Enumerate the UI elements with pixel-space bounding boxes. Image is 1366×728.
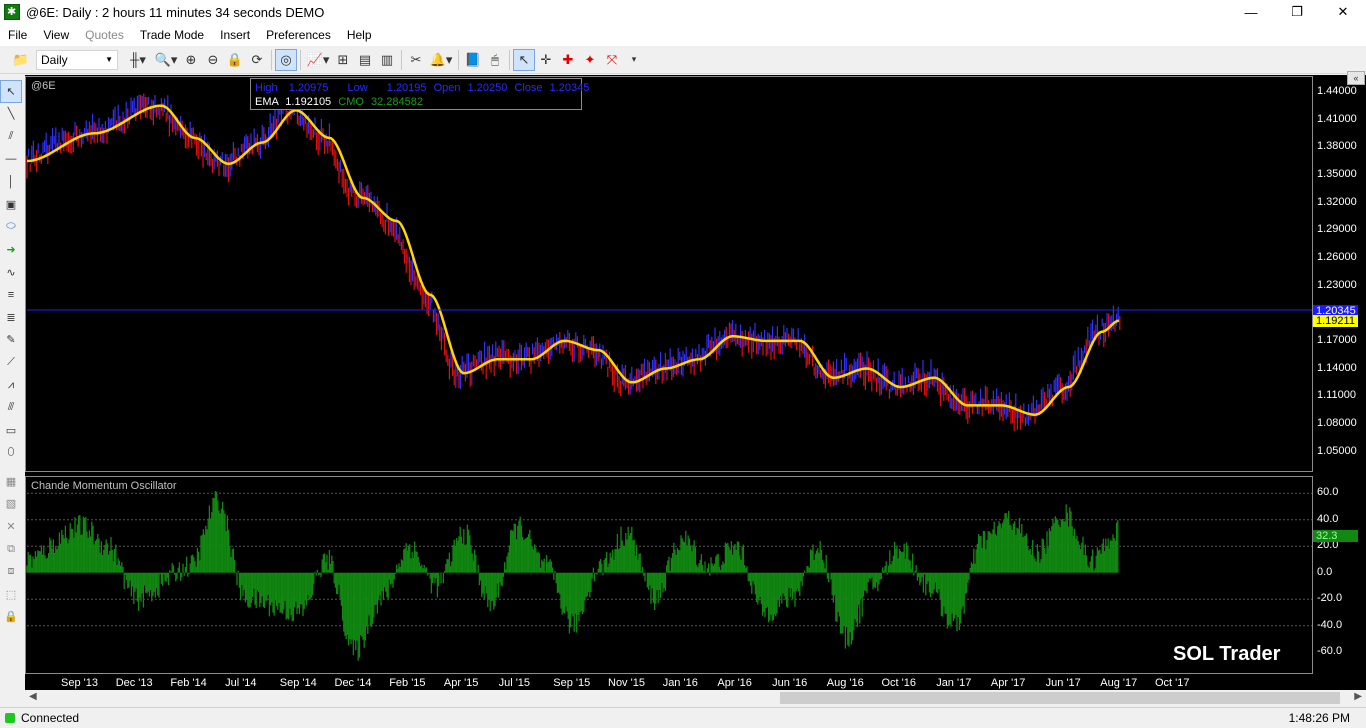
- status-time: 1:48:26 PM: [1288, 711, 1350, 725]
- price-tick-label: 1.38000: [1317, 140, 1357, 153]
- date-tick-label: Dec '13: [115, 677, 153, 689]
- date-tick-label: Apr '16: [717, 677, 752, 689]
- price-tick-label: 1.29000: [1317, 223, 1357, 236]
- price-tick-label: 1.11000: [1317, 389, 1356, 402]
- oscillator-tick-label: 60.0: [1317, 486, 1339, 499]
- date-tick-label: Sep '14: [279, 677, 317, 689]
- ema-label: EMA: [255, 96, 279, 108]
- price-tick-label: 1.08000: [1317, 416, 1357, 429]
- date-tick-label: Oct '16: [881, 677, 917, 689]
- oscillator-tick-label: -60.0: [1317, 645, 1343, 658]
- expand-panel-icon[interactable]: «: [1347, 71, 1365, 85]
- price-tick-label: 1.32000: [1317, 195, 1357, 208]
- scroll-left-icon[interactable]: ◀: [29, 691, 37, 702]
- scroll-right-icon[interactable]: ▶: [1354, 691, 1362, 702]
- price-tick-label: 1.26000: [1317, 250, 1357, 263]
- date-tick-label: Aug '17: [1100, 677, 1138, 689]
- open-label: Open: [433, 82, 461, 94]
- symbol-label: @6E: [31, 80, 56, 92]
- high-label: High: [255, 82, 278, 94]
- data-window: High 1.20975 Low 1.20195 Open 1.20250 Cl…: [250, 78, 589, 110]
- date-tick-label: Sep '13: [61, 677, 98, 689]
- price-tick-label: 1.41000: [1317, 112, 1357, 125]
- watermark: SOL Trader: [1173, 643, 1281, 665]
- cmo-label: CMO: [338, 96, 364, 108]
- date-tick-label: Apr '17: [990, 677, 1026, 689]
- oscillator-tick-label: -20.0: [1317, 592, 1343, 605]
- oscillator-tick-label: 0.0: [1317, 565, 1333, 578]
- date-tick-label: Feb '15: [389, 677, 426, 689]
- date-tick-label: Jan '16: [662, 677, 698, 689]
- ema-value: 1.192105: [285, 96, 332, 108]
- price-tick-label: 1.17000: [1317, 333, 1357, 346]
- oscillator-value-tag: 32.3: [1313, 530, 1358, 542]
- oscillator-tick-label: 40.0: [1317, 512, 1339, 525]
- date-tick-label: Aug '16: [826, 677, 864, 689]
- open-value: 1.20250: [467, 82, 508, 94]
- close-label: Close: [514, 82, 543, 94]
- date-tick-label: Apr '15: [443, 677, 479, 689]
- price-tick-label: 1.35000: [1317, 167, 1357, 180]
- oscillator-tick-label: -40.0: [1317, 618, 1343, 631]
- date-tick-label: Jun '16: [772, 677, 808, 689]
- connection-status-icon: [5, 713, 15, 723]
- scrollbar-thumb[interactable]: [780, 692, 1340, 704]
- status-bar: Connected 1:48:26 PM: [0, 707, 1366, 728]
- high-value: 1.20975: [288, 82, 329, 94]
- date-tick-label: Jul '14: [225, 677, 257, 689]
- oscillator-title: Chande Momentum Oscillator: [31, 480, 177, 492]
- close-value: 1.20345: [549, 82, 590, 94]
- ema-price-tag: 1.19211: [1313, 315, 1358, 327]
- low-value: 1.20195: [386, 82, 427, 94]
- oscillator-pane[interactable]: [25, 476, 1313, 674]
- date-tick-label: Jul '15: [498, 677, 531, 689]
- price-pane[interactable]: [25, 76, 1313, 472]
- date-tick-label: Sep '15: [553, 677, 591, 689]
- date-tick-label: Nov '15: [608, 677, 645, 689]
- price-tick-label: 1.05000: [1317, 444, 1357, 457]
- date-tick-label: Dec '14: [334, 677, 372, 689]
- price-tick-label: 1.14000: [1317, 361, 1357, 374]
- price-tick-label: 1.44000: [1317, 84, 1357, 97]
- date-tick-label: Feb '14: [170, 677, 207, 689]
- price-tick-label: 1.23000: [1317, 278, 1357, 291]
- horizontal-scrollbar[interactable]: ◀ ▶: [25, 690, 1366, 707]
- date-tick-label: Jun '17: [1045, 677, 1081, 689]
- connection-status: Connected: [21, 711, 80, 725]
- low-label: Low: [347, 82, 368, 94]
- cmo-value: 32.284582: [370, 96, 423, 108]
- date-tick-label: Oct '17: [1155, 677, 1190, 689]
- date-tick-label: Jan '17: [936, 677, 972, 689]
